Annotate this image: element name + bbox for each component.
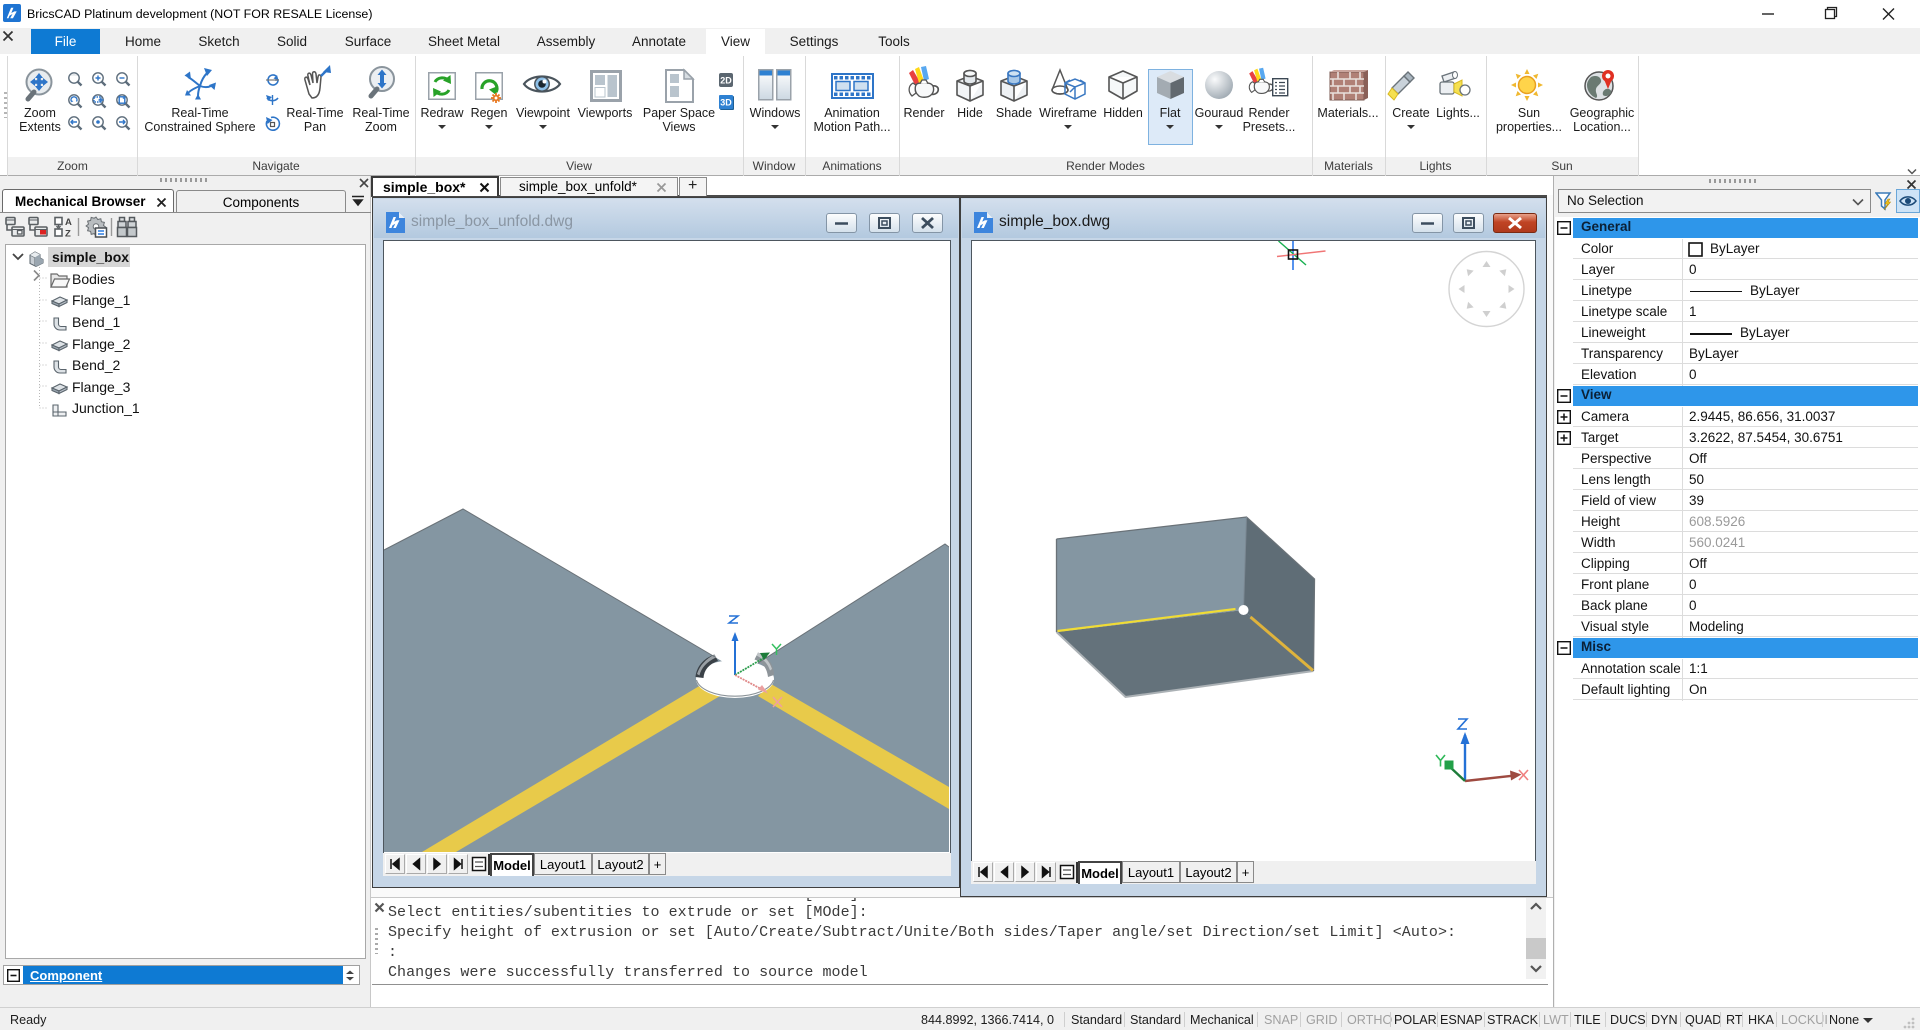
svg-text:2D: 2D [720, 76, 732, 86]
svg-text:Z: Z [65, 229, 71, 239]
svg-text:A: A [65, 217, 72, 228]
svg-text:3D: 3D [720, 98, 732, 108]
